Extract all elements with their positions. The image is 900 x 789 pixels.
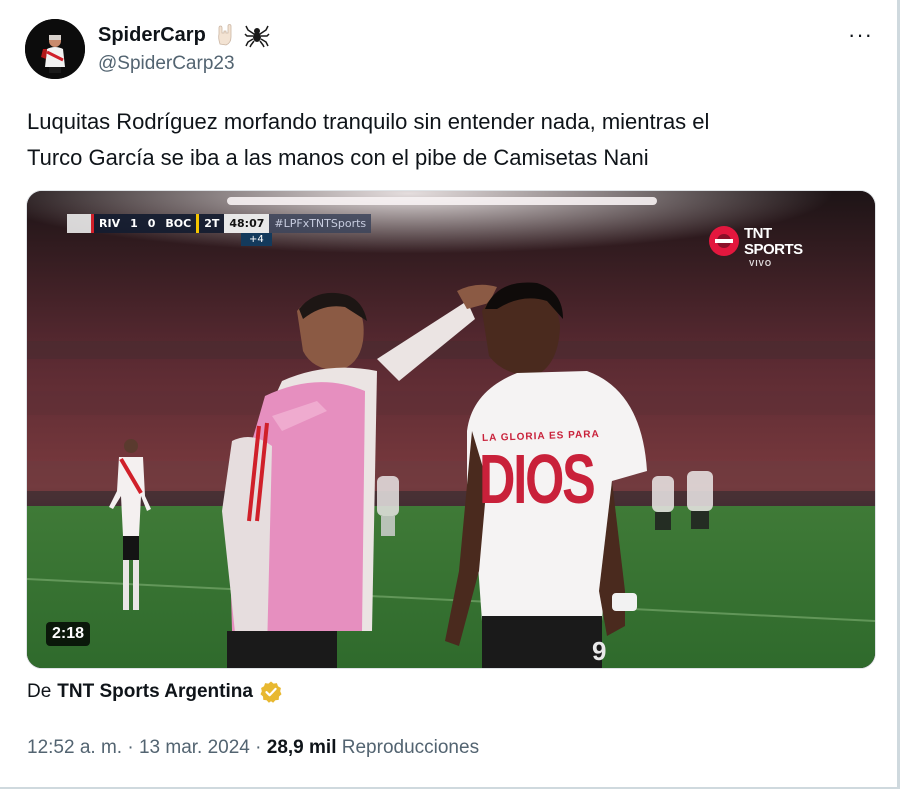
tweet-meta: 12:52 a. m. · 13 mar. 2024 · 28,9 mil Re… — [27, 737, 479, 759]
tweet-text-line-2: Turco García se iba a las manos con el p… — [27, 145, 649, 170]
match-clock: 48:07 — [224, 214, 270, 233]
tnt-logo-line-1: TNT — [744, 225, 772, 242]
views-count: 28,9 mil — [266, 737, 337, 758]
author-name-row: SpiderCarp — [98, 22, 270, 48]
avatar[interactable] — [25, 19, 85, 79]
meta-separator-2: · — [249, 737, 267, 758]
video-player[interactable]: LA GLORIA ES PARA DIOS 9 RIV 1 0 BOC 2T … — [26, 190, 876, 669]
tweet-time[interactable]: 12:52 a. m. — [27, 737, 122, 758]
away-score: 0 — [142, 214, 161, 233]
home-team: RIV — [91, 214, 126, 233]
shirt-text-big: DIOS — [479, 440, 596, 518]
source-prefix: De — [27, 681, 52, 702]
half-indicator: 2T — [199, 214, 225, 233]
rock-hand-icon — [212, 22, 238, 48]
tweet-text: Luquitas Rodríguez morfando tranquilo si… — [27, 104, 847, 176]
tnt-logo-line-2: SPORTS — [744, 241, 803, 258]
away-team: BOC — [160, 214, 200, 233]
home-score: 1 — [125, 214, 143, 233]
scoreboard: RIV 1 0 BOC 2T 48:07 #LPFxTNTSports — [67, 214, 372, 233]
tnt-logo-vivo: VIVO — [749, 259, 773, 268]
hashtag: #LPFxTNTSports — [269, 214, 372, 233]
video-duration-badge: 2:18 — [46, 622, 91, 646]
spider-icon — [244, 22, 270, 48]
source-name-link[interactable]: TNT Sports Argentina — [57, 681, 253, 703]
verified-gold-icon — [259, 680, 283, 704]
author-display-name[interactable]: SpiderCarp — [98, 24, 206, 47]
league-logo-icon — [67, 214, 91, 233]
added-time: +4 — [241, 233, 272, 246]
tnt-logo-text: TNT SPORTS — [744, 226, 803, 258]
video-source: De TNT Sports Argentina — [27, 680, 283, 704]
tweet-text-line-1: Luquitas Rodríguez morfando tranquilo si… — [27, 109, 710, 134]
views-label: Reproducciones — [336, 737, 480, 758]
author-handle[interactable]: @SpiderCarp23 — [98, 53, 235, 75]
shirt-number: 9 — [592, 636, 607, 666]
meta-separator-1: · — [122, 737, 139, 758]
avatar-image — [25, 19, 85, 79]
tweet-date[interactable]: 13 mar. 2024 — [139, 737, 250, 758]
more-options-button[interactable]: ··· — [848, 22, 873, 48]
